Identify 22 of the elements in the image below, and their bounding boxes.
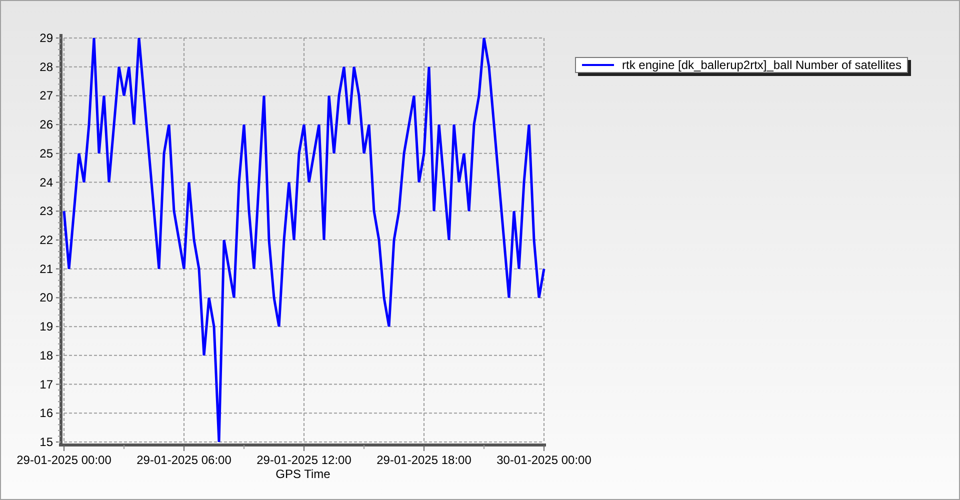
x-tick-label: 29-01-2025 12:00 [256, 453, 352, 467]
x-axis-title: GPS Time [276, 467, 330, 481]
y-tick-label: 17 [40, 377, 53, 392]
y-tick-label: 22 [40, 233, 53, 247]
y-tick-label: 21 [40, 262, 53, 276]
x-tick-label: 30-01-2025 00:00 [496, 453, 592, 467]
x-tick-label: 29-01-2025 00:00 [16, 453, 112, 467]
legend-label: rtk engine [dk_ballerup2rtx]_ball Number of satellites [622, 59, 902, 71]
y-tick-label: 27 [40, 88, 53, 103]
y-tick-label: 18 [40, 348, 53, 362]
y-tick-label: 24 [40, 175, 53, 190]
y-tick-label: 19 [40, 320, 53, 334]
y-tick-label: 25 [40, 146, 53, 160]
x-tick-label: 29-01-2025 18:00 [376, 453, 472, 467]
y-tick-label: 29 [40, 31, 53, 45]
y-tick-label: 15 [40, 435, 53, 449]
y-tick-label: 28 [40, 60, 53, 74]
y-tick-label: 23 [40, 204, 53, 218]
x-tick-label: 29-01-2025 06:00 [136, 453, 232, 467]
y-tick-label: 20 [40, 290, 53, 305]
y-tick-label: 26 [40, 118, 53, 132]
y-tick-label: 16 [40, 406, 53, 420]
